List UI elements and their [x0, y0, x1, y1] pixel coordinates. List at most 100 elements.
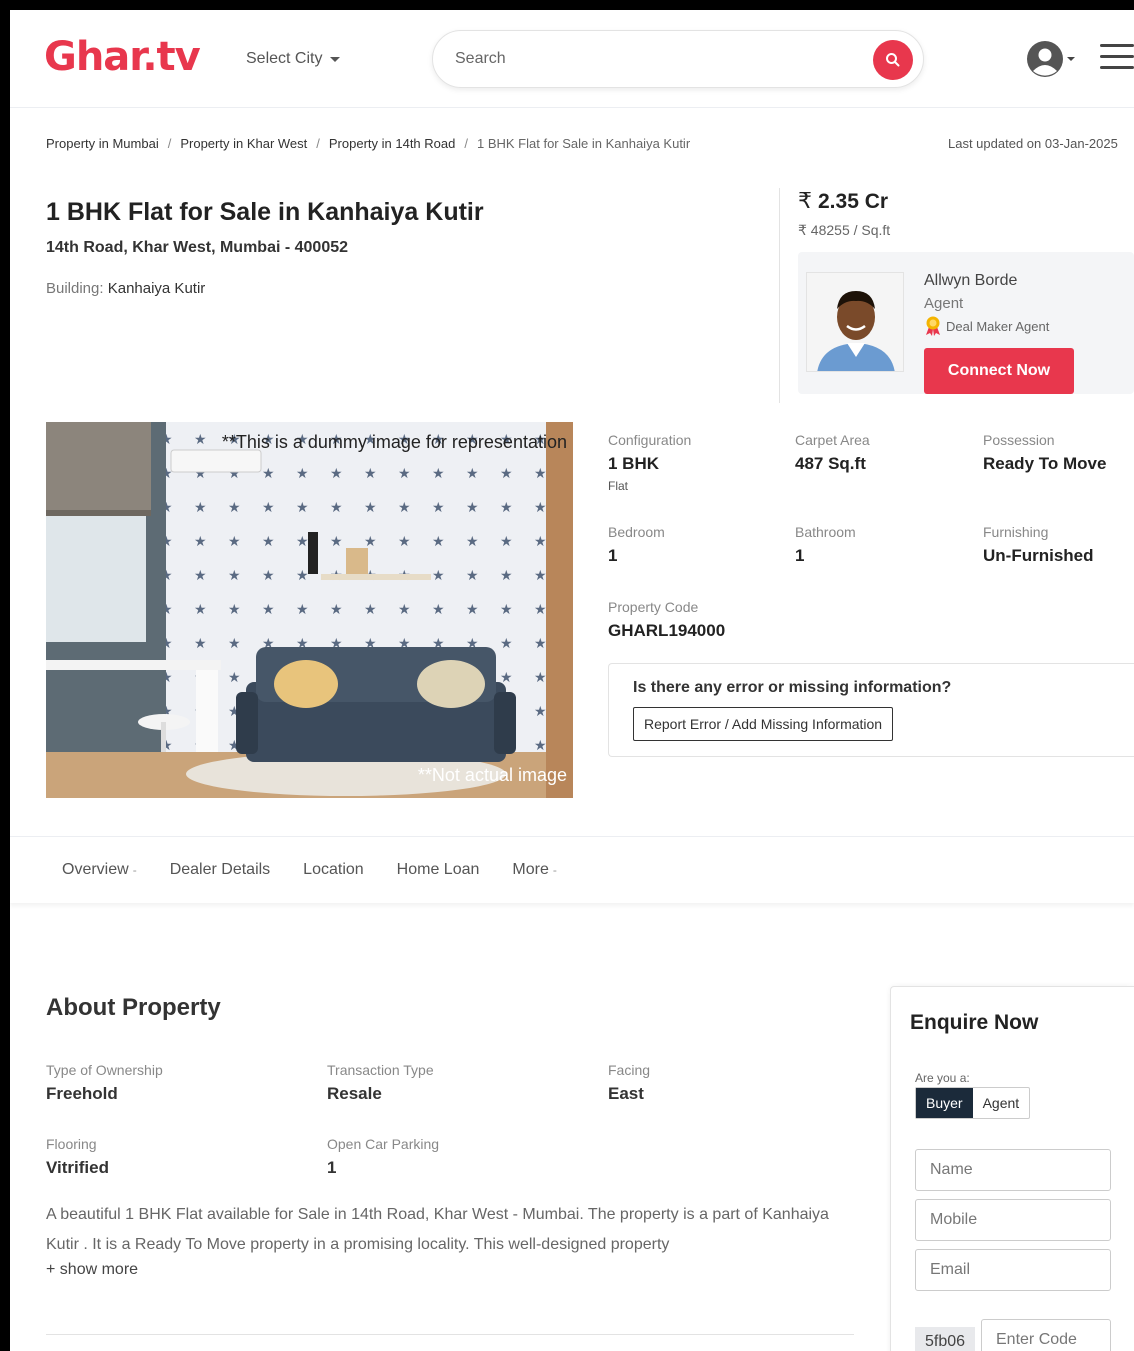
- agent-avatar: [806, 272, 904, 372]
- page: Ghar.tv Select City Search Property in M…: [10, 10, 1134, 1351]
- spec-label: Carpet Area: [795, 432, 870, 448]
- agent-badge: Deal Maker Agent: [924, 316, 1049, 336]
- breadcrumb-separator: /: [167, 136, 172, 151]
- building-label: Building:: [46, 280, 104, 297]
- page-title: 1 BHK Flat for Sale in Kanhaiya Kutir: [46, 198, 484, 226]
- about-value: Freehold: [46, 1084, 118, 1103]
- menu-icon[interactable]: [1100, 44, 1134, 77]
- spec-label: Furnishing: [983, 524, 1049, 540]
- spec-value: 1: [608, 546, 618, 565]
- property-description: A beautiful 1 BHK Flat available for Sal…: [46, 1206, 829, 1253]
- site-logo[interactable]: Ghar.tv: [44, 34, 201, 80]
- spec-value: Un-Furnished: [983, 546, 1094, 565]
- spec-label: Bedroom: [608, 524, 665, 540]
- enquiry-question: Are you a:: [915, 1071, 970, 1085]
- spec-value: 1: [795, 546, 805, 565]
- breadcrumb-link[interactable]: Property in Khar West: [180, 136, 307, 151]
- spec-label: Bathroom: [795, 524, 856, 540]
- tab-dealer-details[interactable]: Dealer Details: [170, 861, 270, 879]
- error-report-box: Is there any error or missing informatio…: [608, 663, 1134, 757]
- email-field[interactable]: [915, 1249, 1111, 1291]
- agent-badge-label: Deal Maker Agent: [946, 318, 1050, 334]
- last-updated: Last updated on 03-Jan-2025: [948, 136, 1118, 151]
- show-more-link[interactable]: + show more: [46, 1261, 138, 1279]
- user-type-toggle: Buyer Agent: [915, 1087, 1031, 1119]
- select-city-dropdown[interactable]: Select City: [246, 50, 341, 68]
- search-input[interactable]: [455, 45, 855, 73]
- image-disclaimer-top: **This is a dummy image for representati…: [221, 432, 567, 452]
- spec-value: 487 Sq.ft: [795, 454, 866, 473]
- spec-label: Configuration: [608, 432, 692, 448]
- image-disclaimer-bottom: **Not actual image: [417, 765, 567, 785]
- buyer-option[interactable]: Buyer: [916, 1088, 973, 1118]
- tab-home-loan[interactable]: Home Loan: [397, 861, 480, 879]
- search-button[interactable]: [873, 40, 913, 80]
- spec-value: Ready To Move: [983, 454, 1107, 473]
- about-label: Type of Ownership: [46, 1062, 163, 1078]
- connect-now-button[interactable]: Connect Now: [924, 348, 1074, 394]
- spec-bathroom: Bathroom 1: [795, 524, 856, 566]
- breadcrumb-separator: /: [464, 136, 468, 151]
- divider: [46, 1334, 854, 1335]
- about-parking: Open Car Parking 1: [327, 1136, 439, 1178]
- tab-more[interactable]: More -: [512, 861, 556, 879]
- error-report-question: Is there any error or missing informatio…: [633, 679, 952, 696]
- tab-overview[interactable]: Overview -: [62, 861, 137, 879]
- chevron-down-icon: [1067, 57, 1075, 61]
- enquiry-form: Enquire Now Are you a: Buyer Agent 5fb06: [890, 986, 1134, 1351]
- tab-label: Dealer Details: [169, 861, 271, 878]
- spec-value: 1 BHK: [608, 454, 660, 473]
- tab-label: Overview: [62, 861, 129, 878]
- agent-option[interactable]: Agent: [973, 1088, 1030, 1118]
- site-header: Ghar.tv Select City: [10, 10, 1134, 108]
- search-icon: [886, 53, 900, 67]
- tab-label: Location: [303, 861, 364, 878]
- about-title: About Property: [46, 994, 221, 1021]
- tab-dropdown-marker: -: [132, 863, 137, 877]
- spec-label: Property Code: [608, 599, 699, 615]
- spec-configuration: Configuration 1 BHK Flat: [608, 432, 691, 493]
- breadcrumb-link[interactable]: Property in 14th Road: [329, 136, 455, 151]
- breadcrumb-current: 1 BHK Flat for Sale in Kanhaiya Kutir: [476, 136, 691, 151]
- agent-role: Agent: [924, 295, 964, 312]
- enquiry-title: Enquire Now: [910, 1011, 1039, 1034]
- property-image[interactable]: ★ **This is a: [46, 422, 573, 798]
- user-menu[interactable]: [1026, 40, 1075, 78]
- name-field[interactable]: [915, 1149, 1111, 1191]
- price-per-sqft: ₹ 48255 / Sq.ft: [798, 222, 891, 238]
- about-label: Transaction Type: [327, 1062, 434, 1078]
- agent-name: Allwyn Borde: [924, 272, 1018, 289]
- mobile-field[interactable]: [915, 1199, 1111, 1241]
- tab-label: Home Loan: [396, 861, 480, 878]
- badge-icon: [926, 316, 940, 336]
- breadcrumb-separator: /: [316, 136, 320, 151]
- about-ownership: Type of Ownership Freehold: [46, 1062, 163, 1104]
- report-error-button[interactable]: Report Error / Add Missing Information: [633, 707, 894, 741]
- spec-value: GHARL194000: [608, 621, 726, 640]
- tab-dropdown-marker: -: [552, 863, 557, 877]
- breadcrumb-link[interactable]: Property in Mumbai: [46, 136, 159, 151]
- user-icon: [1027, 41, 1063, 77]
- captcha-code: 5fb06: [915, 1327, 975, 1351]
- about-label: Flooring: [46, 1136, 97, 1152]
- spec-label: Possession: [983, 432, 1055, 448]
- building-info: Building: Kanhaiya Kutir: [46, 280, 205, 297]
- price-value: 2.35 Cr: [818, 190, 889, 213]
- spec-bedroom: Bedroom 1: [608, 524, 665, 566]
- about-transaction: Transaction Type Resale: [327, 1062, 434, 1104]
- tab-location[interactable]: Location: [303, 861, 364, 879]
- about-facing: Facing East: [608, 1062, 650, 1104]
- agent-card: Allwyn Borde Agent Deal Maker Agent Conn…: [798, 252, 1134, 394]
- spec-furnishing: Furnishing Un-Furnished: [983, 524, 1094, 566]
- spec-possession: Possession Ready To Move: [983, 432, 1106, 474]
- price: ₹2.35 Cr: [798, 188, 888, 214]
- spec-property-code: Property Code GHARL194000: [608, 599, 725, 641]
- section-tabs: Overview - Dealer Details Location Home …: [10, 836, 1134, 903]
- select-city-label: Select City: [246, 50, 323, 67]
- search-bar: [432, 30, 924, 88]
- page-frame: Ghar.tv Select City Search Property in M…: [0, 0, 1134, 1351]
- about-value: Vitrified: [46, 1158, 109, 1177]
- captcha-input[interactable]: [981, 1319, 1111, 1351]
- chevron-down-icon: [330, 56, 341, 62]
- breadcrumb: Property in Mumbai / Property in Khar We…: [46, 136, 690, 151]
